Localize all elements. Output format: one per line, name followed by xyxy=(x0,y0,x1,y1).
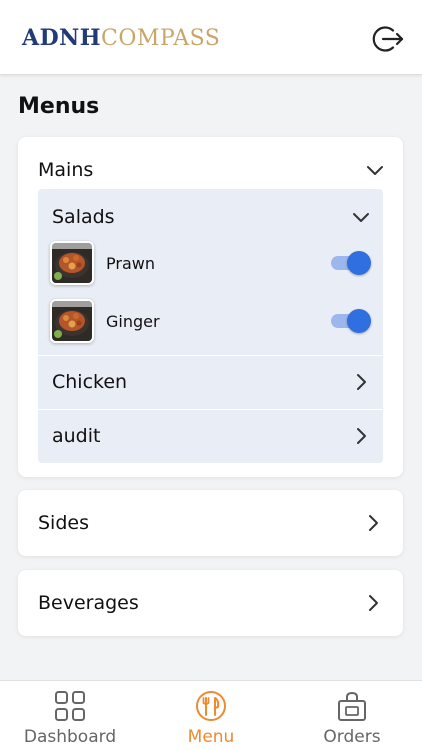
submenu-label-salads: Salads xyxy=(52,206,115,228)
bottom-navigation: Dashboard Menu Orders xyxy=(0,680,422,750)
submenu-header-salads[interactable]: Salads xyxy=(38,197,383,237)
menu-card-mains: Mains Salads Prawn Ginger Chicken audit xyxy=(18,137,403,477)
submenu-label-audit: audit xyxy=(52,425,101,447)
menu-label-beverages: Beverages xyxy=(38,592,139,614)
menu-item-ginger: Ginger xyxy=(50,297,371,345)
app-header: ADNHCOMPASS xyxy=(0,0,422,75)
dashboard-grid-icon xyxy=(55,691,85,721)
chevron-right-icon xyxy=(369,515,378,531)
page-title: Menus xyxy=(18,94,100,119)
shopping-bag-icon xyxy=(338,691,366,721)
menu-item-prawn: Prawn xyxy=(50,239,371,287)
chevron-right-icon xyxy=(357,428,366,444)
menu-card-beverages[interactable]: Beverages xyxy=(18,570,403,636)
menu-header-mains[interactable]: Mains xyxy=(18,149,403,191)
logout-icon[interactable] xyxy=(371,22,405,56)
availability-toggle[interactable] xyxy=(331,251,371,275)
nav-label-orders: Orders xyxy=(323,727,381,747)
logo-text-adnh: ADNH xyxy=(22,25,102,51)
submenu-row-audit[interactable]: audit xyxy=(38,410,383,462)
menu-item-label: Ginger xyxy=(106,311,160,331)
submenu-label-chicken: Chicken xyxy=(52,371,128,393)
menu-item-label: Prawn xyxy=(106,253,155,273)
toggle-knob xyxy=(347,251,371,275)
chevron-right-icon xyxy=(357,374,366,390)
menu-card-sides[interactable]: Sides xyxy=(18,490,403,556)
submenu-row-chicken[interactable]: Chicken xyxy=(38,356,383,408)
nav-orders[interactable]: Orders xyxy=(282,689,422,750)
menu-label-sides: Sides xyxy=(38,512,89,534)
nav-label-dashboard: Dashboard xyxy=(23,727,117,747)
submenu-panel: Salads Prawn Ginger Chicken audit xyxy=(38,189,383,463)
availability-toggle[interactable] xyxy=(331,309,371,333)
nav-label-menu: Menu xyxy=(187,727,235,747)
menu-row-sides[interactable]: Sides xyxy=(18,490,403,556)
food-thumbnail xyxy=(50,299,94,343)
chevron-down-icon xyxy=(367,166,383,175)
cutlery-icon xyxy=(196,691,226,721)
chevron-down-icon xyxy=(353,213,369,222)
menu-label-mains: Mains xyxy=(38,159,94,181)
menu-row-beverages[interactable]: Beverages xyxy=(18,570,403,636)
toggle-knob xyxy=(347,309,371,333)
logo-text-compass: COMPASS xyxy=(101,26,221,51)
nav-menu[interactable]: Menu xyxy=(141,689,281,750)
chevron-right-icon xyxy=(369,595,378,611)
food-thumbnail xyxy=(50,241,94,285)
brand-logo: ADNHCOMPASS xyxy=(22,24,220,53)
nav-dashboard[interactable]: Dashboard xyxy=(0,689,140,750)
